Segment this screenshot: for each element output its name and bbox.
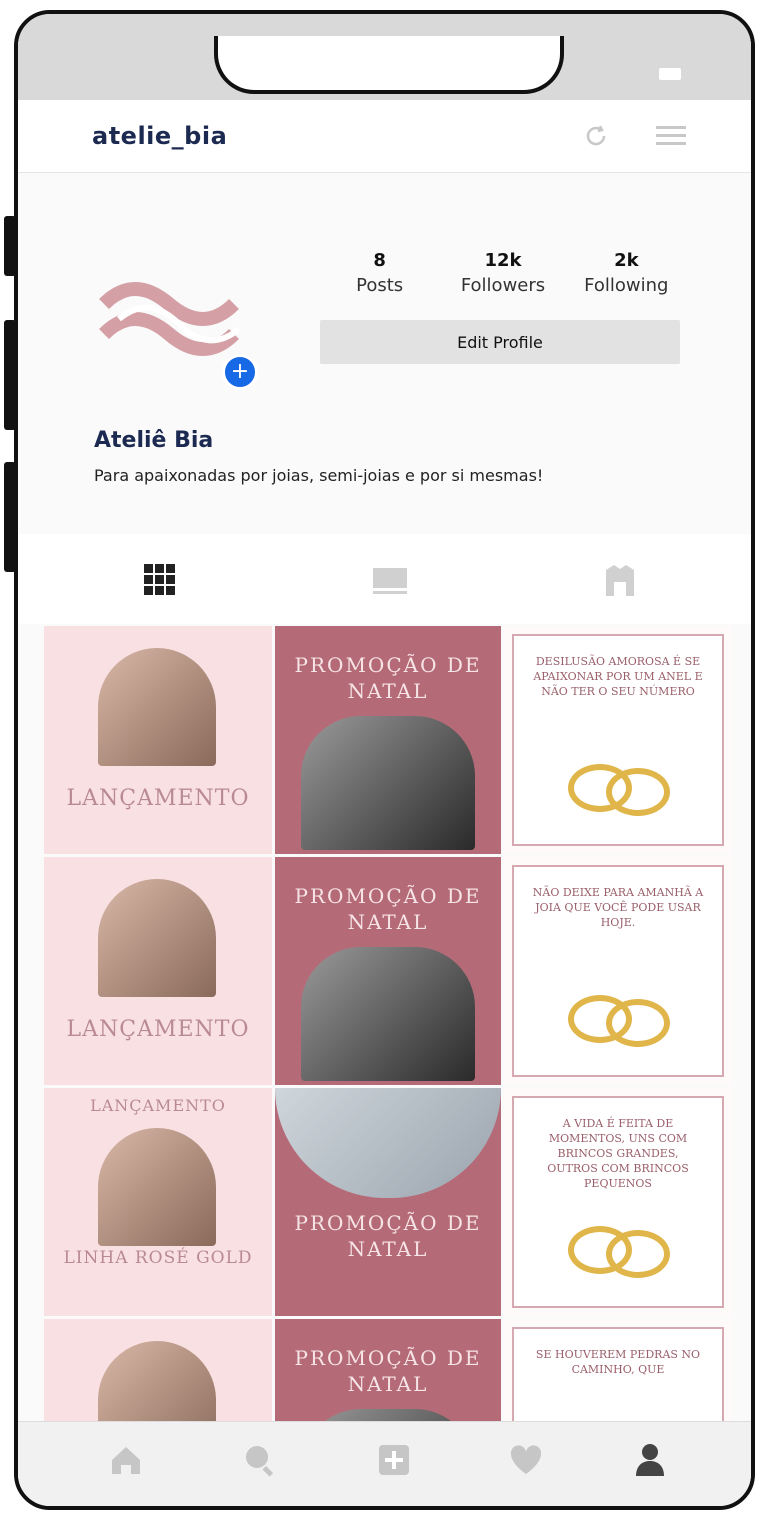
notch bbox=[214, 36, 564, 94]
post-photo bbox=[98, 1128, 216, 1246]
profile-icon[interactable] bbox=[632, 1442, 668, 1478]
bottom-navigation bbox=[18, 1421, 751, 1506]
post-caption: PROMOÇÃO DE NATAL bbox=[294, 1211, 482, 1261]
heart-icon[interactable] bbox=[508, 1442, 544, 1478]
post-photo bbox=[301, 716, 475, 850]
post-tile[interactable]: PROMOÇÃO DE NATAL bbox=[275, 857, 501, 1085]
menu-icon[interactable] bbox=[656, 124, 686, 148]
profile-section: + 8 Posts 12k Followers 2k Following Edi… bbox=[18, 174, 751, 524]
phone-frame: atelie_bia + 8 Posts 12k Followers 2k Fo… bbox=[14, 10, 755, 1510]
grid-icon[interactable] bbox=[140, 562, 180, 598]
post-caption: PROMOÇÃO DE NATAL bbox=[294, 1346, 482, 1396]
jewelry-icon bbox=[606, 999, 670, 1047]
tagged-icon[interactable] bbox=[600, 562, 640, 598]
posts-grid: LANÇAMENTO PROMOÇÃO DE NATAL Desilusão amo… bbox=[44, 626, 732, 1426]
post-photo bbox=[98, 1341, 216, 1426]
username: atelie_bia bbox=[92, 122, 228, 150]
post-caption: Não deixe para amanhã a joia que você po… bbox=[532, 886, 704, 929]
post-caption: PROMOÇÃO DE NATAL bbox=[294, 884, 482, 934]
post-tile[interactable]: Se houverem pedras no caminho, que bbox=[504, 1319, 732, 1426]
jewelry-icon bbox=[606, 1230, 670, 1278]
post-tile[interactable]: Não deixe para amanhã a joia que você po… bbox=[504, 857, 732, 1085]
quote-card: A vida é feita de momentos, uns com brin… bbox=[512, 1096, 724, 1308]
display-name: Ateliê Bia bbox=[94, 428, 214, 453]
quote-card: Se houverem pedras no caminho, que bbox=[512, 1327, 724, 1426]
stat-followers[interactable]: 12k Followers bbox=[441, 250, 564, 296]
jewelry-icon bbox=[606, 768, 670, 816]
post-caption-top: LANÇAMENTO bbox=[90, 1096, 226, 1115]
edit-profile-button[interactable]: Edit Profile bbox=[320, 320, 680, 364]
profile-stats: 8 Posts 12k Followers 2k Following bbox=[318, 250, 688, 296]
post-tile[interactable]: PROMOÇÃO DE NATAL bbox=[275, 1319, 501, 1426]
post-tile[interactable]: PROMOÇÃO DE NATAL bbox=[275, 626, 501, 854]
refresh-icon[interactable] bbox=[582, 122, 610, 150]
post-photo bbox=[275, 1088, 501, 1198]
post-tile[interactable]: LANÇAMENTO LINHA ROSÉ GOLD bbox=[44, 1088, 272, 1316]
post-caption: LINHA ROSÉ GOLD bbox=[63, 1248, 253, 1268]
post-tile[interactable]: LANÇAMENTO bbox=[44, 626, 272, 854]
post-tile[interactable]: LANÇAMENTO bbox=[44, 1319, 272, 1426]
quote-card: Desilusão amorosa é se apaixonar por um … bbox=[512, 634, 724, 846]
quote-card: Não deixe para amanhã a joia que você po… bbox=[512, 865, 724, 1077]
post-caption: LANÇAMENTO bbox=[66, 786, 250, 811]
post-caption: A vida é feita de momentos, uns com brin… bbox=[547, 1117, 689, 1190]
post-photo bbox=[301, 947, 475, 1081]
post-tile[interactable]: Desilusão amorosa é se apaixonar por um … bbox=[504, 626, 732, 854]
post-caption: PROMOÇÃO DE NATAL bbox=[294, 653, 482, 703]
add-post-icon[interactable] bbox=[376, 1442, 412, 1478]
post-caption: LANÇAMENTO bbox=[66, 1017, 250, 1042]
post-tile[interactable]: A vida é feita de momentos, uns com brin… bbox=[504, 1088, 732, 1316]
post-tile[interactable]: PROMOÇÃO DE NATAL bbox=[275, 1088, 501, 1316]
post-photo bbox=[98, 648, 216, 766]
post-caption: Se houverem pedras no caminho, que bbox=[535, 1348, 701, 1376]
profile-header: atelie_bia bbox=[18, 100, 751, 173]
post-photo bbox=[98, 879, 216, 997]
bio: Para apaixonadas por joias, semi-joias e… bbox=[94, 466, 544, 485]
search-icon[interactable] bbox=[242, 1442, 278, 1478]
stat-posts[interactable]: 8 Posts bbox=[318, 250, 441, 296]
stat-following[interactable]: 2k Following bbox=[565, 250, 688, 296]
add-story-button[interactable]: + bbox=[222, 354, 258, 390]
post-tile[interactable]: LANÇAMENTO bbox=[44, 857, 272, 1085]
post-caption: Desilusão amorosa é se apaixonar por um … bbox=[533, 655, 703, 698]
profile-tabs bbox=[18, 534, 751, 624]
feed-icon[interactable] bbox=[370, 562, 410, 598]
home-icon[interactable] bbox=[108, 1442, 144, 1478]
battery-icon bbox=[659, 68, 681, 80]
